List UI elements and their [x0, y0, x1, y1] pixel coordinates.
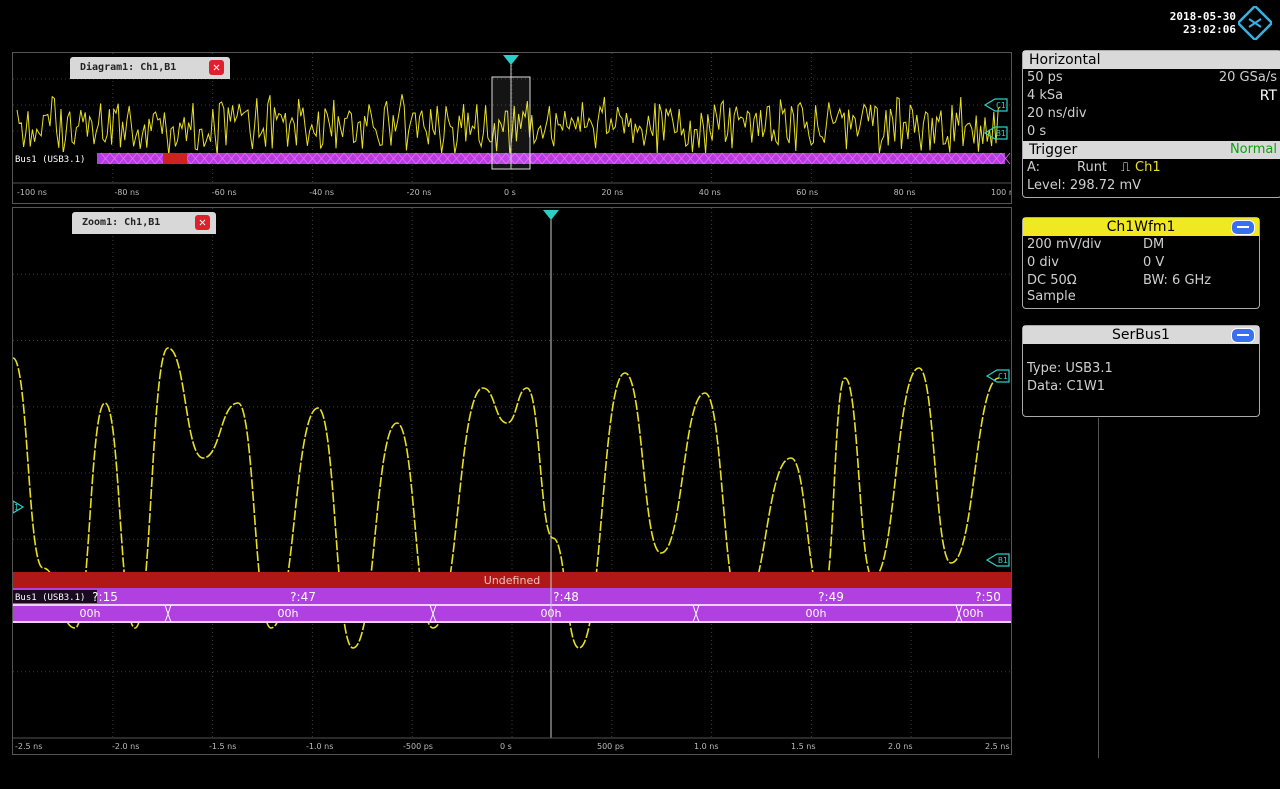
runt-edge-icon: ⎍	[1121, 160, 1131, 175]
panel-divider	[1098, 418, 1099, 758]
overview-x-tick-label: 20 ns	[601, 188, 623, 197]
rs-diamond-logo	[1238, 6, 1272, 40]
bus-symbol-top: ?:47	[290, 590, 316, 604]
ch1-panel[interactable]: Ch1Wfm1 200 mV/div DM 0 div 0 V DC 50Ω BW: …	[1022, 217, 1260, 309]
zoom-x-tick-label: -500 ps	[403, 742, 433, 751]
trigger-type: Runt	[1077, 160, 1108, 175]
serbus-title: SerBus1	[1112, 327, 1170, 343]
trigger-mode: Normal	[1229, 142, 1277, 157]
serbus-panel[interactable]: SerBus1 Type: USB3.1 Data: C1W1	[1022, 325, 1260, 417]
trigger-header[interactable]: Trigger Normal	[1023, 141, 1280, 159]
date-text: 2018-05-30	[1169, 10, 1236, 23]
overview-x-tick-label: 60 ns	[796, 188, 818, 197]
horizontal-title: Horizontal	[1023, 51, 1280, 69]
undefined-label: Undefined	[484, 574, 540, 587]
bus-symbol-top: ?:15	[92, 590, 118, 604]
bus-symbol-bottom: 00h	[80, 607, 101, 620]
trigger-level: Level: 298.72 mV	[1027, 178, 1142, 193]
zoom-plot[interactable]: Undefined Bus1 (USB3.1) ?:15 00h ?:47 00h ?:48…	[13, 208, 1011, 754]
zoom1-close-icon[interactable]: ✕	[195, 215, 210, 230]
bus-overview-strip	[97, 153, 1005, 164]
overview-x-tick-label: -100 ns	[17, 188, 47, 197]
zoom-x-tick-label: -1.0 ns	[306, 742, 333, 751]
ch1-bandwidth: BW: 6 GHz	[1143, 273, 1212, 288]
zoom-x-tick-label: 2.0 ns	[888, 742, 913, 751]
ch1-header[interactable]: Ch1Wfm1	[1023, 218, 1259, 236]
bus-overview-label: Bus1 (USB3.1)	[15, 155, 85, 165]
bus-symbol-bottom: 00h	[963, 607, 984, 620]
bus-symbol-top: ?:49	[818, 590, 844, 604]
overview-x-tick-label: -80 ns	[114, 188, 139, 197]
datetime-display: 2018-05-30 23:02:06	[1170, 10, 1236, 36]
bus-symbol-bottom: 00h	[806, 607, 827, 620]
overview-x-tick-label: 80 ns	[894, 188, 916, 197]
serbus-header[interactable]: SerBus1	[1023, 326, 1259, 344]
diagram1-close-icon[interactable]: ✕	[209, 60, 224, 75]
zoom-trigger-position-icon	[543, 210, 559, 220]
bus-symbol-top: ?:50	[975, 590, 1001, 604]
trace-marker-label: B1	[996, 129, 1006, 138]
overview-x-tick-label: 40 ns	[699, 188, 721, 197]
bus-error-segment	[163, 153, 187, 164]
resolution-value: 50 ps	[1027, 70, 1063, 85]
zoom-x-tick-label: 0 s	[500, 742, 512, 751]
record-length-value: 4 kSa	[1027, 88, 1064, 103]
zoom-diagram[interactable]: Undefined Bus1 (USB3.1) ?:15 00h ?:47 00h ?:48…	[12, 207, 1012, 755]
overview-x-tick-label: 100 ns	[991, 188, 1011, 197]
trigger-prefix: A:	[1027, 160, 1041, 175]
zoom1-tab[interactable]: Zoom1: Ch1,B1 ✕	[72, 212, 216, 234]
ch1-title: Ch1Wfm1	[1106, 219, 1176, 235]
horizontal-position-value: 0 s	[1027, 124, 1047, 139]
trace-marker-label: C1	[998, 372, 1008, 381]
trigger-title: Trigger	[1029, 142, 1078, 158]
zoom-x-tick-label: 1.0 ns	[694, 742, 719, 751]
horizontal-panel[interactable]: Horizontal 50 ps 20 GSa/s 4 kSa RT 20 ns/d…	[1022, 50, 1280, 198]
ch1-coupling: DC 50Ω	[1027, 273, 1077, 288]
ch1-minimize-icon[interactable]	[1231, 220, 1255, 235]
bus-zoom-label: Bus1 (USB3.1)	[15, 593, 85, 603]
sample-rate-value: 20 GSa/s	[1218, 70, 1277, 85]
ch1-offset: 0 V	[1143, 255, 1165, 270]
ch1-offset-div: 0 div	[1027, 255, 1059, 270]
bus-symbol-bottom: 00h	[278, 607, 299, 620]
zoom-x-tick-label: -2.0 ns	[112, 742, 139, 751]
zoom-x-tick-label: -2.5 ns	[15, 742, 42, 751]
overview-x-tick-label: -40 ns	[309, 188, 334, 197]
acq-mode-value: RT	[1259, 88, 1277, 104]
overview-x-tick-label: -60 ns	[212, 188, 237, 197]
time-text: 23:02:06	[1183, 23, 1236, 36]
zoom-x-tick-label: 500 ps	[597, 742, 624, 751]
overview-x-tick-label: 0 s	[504, 188, 516, 197]
trace-marker-label: 1	[14, 503, 19, 512]
serbus-type: Type: USB3.1	[1027, 361, 1113, 376]
serbus-minimize-icon[interactable]	[1231, 328, 1255, 343]
zoom1-tab-label: Zoom1: Ch1,B1	[82, 217, 161, 228]
ch1-coupling-mode: DM	[1143, 237, 1165, 252]
bus-symbol-top: ?:48	[553, 590, 579, 604]
trace-marker-label: C1	[996, 101, 1006, 110]
ch1-acq-mode: Sample	[1027, 289, 1076, 304]
ch1-scale: 200 mV/div	[1027, 237, 1102, 252]
diagram1-tab-label: Diagram1: Ch1,B1	[80, 62, 177, 73]
trigger-position-icon	[503, 55, 519, 65]
serbus-data: Data: C1W1	[1027, 379, 1106, 394]
zoom-x-tick-label: -1.5 ns	[209, 742, 236, 751]
trigger-source: Ch1	[1135, 160, 1161, 175]
zoom-x-tick-label: 2.5 ns	[985, 742, 1010, 751]
diagram1-tab[interactable]: Diagram1: Ch1,B1 ✕	[70, 57, 230, 79]
overview-x-tick-label: -20 ns	[407, 188, 432, 197]
zoom-x-tick-label: 1.5 ns	[791, 742, 816, 751]
trace-marker-label: B1	[998, 556, 1008, 565]
time-scale-value: 20 ns/div	[1027, 106, 1087, 121]
